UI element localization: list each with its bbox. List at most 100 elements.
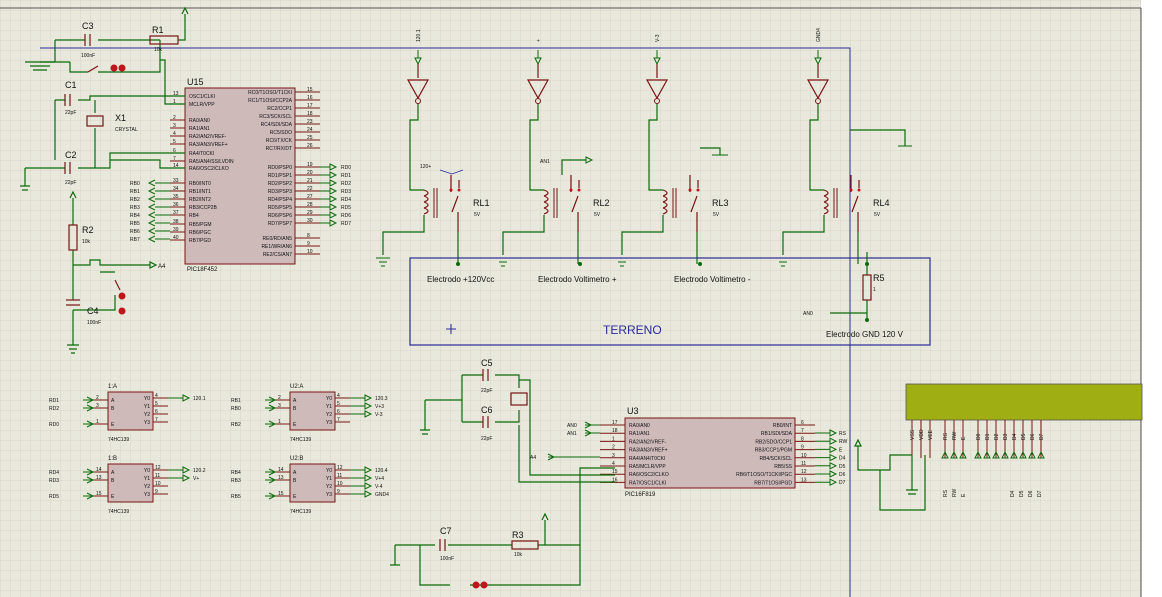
r2-value: 10k bbox=[82, 239, 91, 245]
reset-button-2[interactable] bbox=[472, 581, 480, 589]
an0-net-label: AN0 bbox=[803, 311, 813, 317]
u15-pin-name: RB2/INT2 bbox=[189, 197, 211, 203]
decoder-pin-num: 9 bbox=[337, 489, 340, 495]
u15-pin-name: RB1/INT1 bbox=[189, 189, 211, 195]
u3-pin-num: 4 bbox=[612, 461, 615, 467]
relay-ref: RL2 bbox=[593, 198, 610, 208]
decoder-pin-name: Y2 bbox=[144, 412, 150, 418]
u15-pin-num: 29 bbox=[307, 210, 313, 216]
decoder-out-net: 120.3 bbox=[375, 396, 388, 402]
decoder-pin-num: 11 bbox=[155, 473, 160, 479]
decoder-pin-num: 12 bbox=[155, 465, 161, 471]
u15-pin-num: 20 bbox=[307, 170, 313, 176]
u3-pin-name: RB6/T1OSO/T1CKI/PGC bbox=[736, 472, 792, 478]
decoder-pin-num: 5 bbox=[155, 401, 158, 407]
u15-pin-num: 24 bbox=[307, 127, 313, 133]
lcd-display[interactable] bbox=[905, 383, 1143, 421]
relay-contact-dot bbox=[688, 188, 692, 192]
u15-pin-num: 22 bbox=[307, 186, 313, 192]
u15-pin-name: RB7/PGD bbox=[189, 238, 211, 244]
u15-pin-num: 4 bbox=[173, 131, 176, 137]
u3-pin-name: RA4/AN4/T0CKI bbox=[629, 456, 665, 462]
r5-value: 1 bbox=[873, 287, 876, 293]
u15-pin-name: RD1/PSP1 bbox=[268, 173, 292, 179]
lcd-bottom-label: RW bbox=[952, 488, 958, 497]
decoder-pin-name: Y2 bbox=[326, 412, 332, 418]
u15-pin-name: MCLR/VPP bbox=[189, 102, 215, 108]
decoder-pin-num: 3 bbox=[96, 403, 99, 409]
u3-in-net: A4 bbox=[530, 455, 536, 461]
decoder-ref: 1:B bbox=[108, 456, 117, 462]
decoder-pin-num: 1 bbox=[278, 419, 281, 425]
decoder-pin-num: 5 bbox=[337, 401, 340, 407]
u15-pin-name: RB5/PGM bbox=[189, 222, 212, 228]
lcd-pin-name: D6 bbox=[1030, 433, 1036, 440]
rb-net-label: RB3 bbox=[130, 205, 140, 211]
rb-net-label: RB1 bbox=[130, 189, 140, 195]
u3-out-net: RS bbox=[839, 431, 847, 437]
u3-pin-name: RA5/MCLR/VPP bbox=[629, 464, 666, 470]
u3-out-net: D6 bbox=[839, 472, 846, 478]
rd-net-label: RD1 bbox=[341, 173, 351, 179]
lcd-pin-name: VDD bbox=[919, 429, 925, 440]
decoder-part: 74HC139 bbox=[290, 509, 311, 515]
relay-contact-dot bbox=[857, 188, 861, 192]
decoder-pin-name: Y0 bbox=[144, 468, 150, 474]
u3-ref: U3 bbox=[627, 406, 639, 416]
u15-pin-num: 40 bbox=[173, 235, 179, 241]
u15-pin-num: 3 bbox=[173, 123, 176, 129]
rd-net-label: RD7 bbox=[341, 221, 351, 227]
decoder-ref: U2:B bbox=[290, 456, 303, 462]
u15-pin-name: RD0/PSP0 bbox=[268, 165, 292, 171]
u3-pin-name: RA2/AN2/VREF- bbox=[629, 439, 667, 445]
u3-pin-name: RB4/SCK/SCL bbox=[759, 456, 792, 462]
electrode-voltimetro-minus: Electrodo Voltimetro - bbox=[674, 275, 751, 284]
u3-pin-num: 2 bbox=[612, 445, 615, 451]
decoder-pin-name: Y0 bbox=[326, 468, 332, 474]
decoder-in-net: RB5 bbox=[231, 494, 241, 500]
decoder-part: 74HC139 bbox=[108, 437, 129, 443]
lcd-bottom-label: D7 bbox=[1037, 490, 1043, 497]
u3-pin-num: 15 bbox=[612, 469, 618, 475]
decoder-pin-name: Y1 bbox=[144, 476, 150, 482]
terreno-title: TERRENO bbox=[603, 323, 662, 337]
u15-part: PIC18F452 bbox=[187, 267, 218, 273]
decoder-pin-num: 2 bbox=[278, 395, 281, 401]
rd-net-label: RD5 bbox=[341, 205, 351, 211]
u15-pin-name: RC4/SDI/SDA bbox=[261, 122, 293, 128]
lcd-bottom-label: RS bbox=[943, 489, 949, 497]
c1-ref: C1 bbox=[65, 80, 77, 90]
decoder-pin-num: 12 bbox=[337, 465, 343, 471]
rb-net-label: RB7 bbox=[130, 237, 140, 243]
decoder-ref: 1:A bbox=[108, 384, 117, 390]
u3-pin-name: RA3/AN3/VREF+ bbox=[629, 448, 668, 454]
lcd-pin-name: RS bbox=[943, 432, 949, 440]
decoder-pin-name: Y2 bbox=[326, 484, 332, 490]
u3-out-net: D5 bbox=[839, 464, 846, 470]
u3-part: PIC16F819 bbox=[625, 492, 656, 498]
button-c4[interactable] bbox=[118, 292, 126, 300]
decoder-out-net: 120.2 bbox=[193, 468, 206, 474]
decoder-in-net: RB1 bbox=[231, 398, 241, 404]
u15-pin-name: RA6/OSC2/CLKO bbox=[189, 166, 229, 172]
u3-pin-name: RA1/AN1 bbox=[629, 431, 650, 437]
a4-net-label: A4 bbox=[158, 264, 166, 270]
relay-contact-dot bbox=[849, 188, 853, 192]
u15-pin-name: RB6/PGC bbox=[189, 230, 211, 236]
u15-pin-name: RB3/CCP2B bbox=[189, 205, 217, 211]
reset-button-1[interactable] bbox=[110, 64, 118, 72]
relay-value: 5V bbox=[594, 212, 601, 218]
u15-pin-name: RC0/T1OSO/T1CKI bbox=[248, 90, 292, 96]
relay-input-net: 120.1 bbox=[416, 29, 422, 42]
u3-out-net: D7 bbox=[839, 480, 846, 486]
u15-pin-name: RD6/PSP6 bbox=[268, 213, 292, 219]
decoder-pin-num: 7 bbox=[337, 417, 340, 423]
sheet-border-right bbox=[1141, 0, 1162, 597]
u3-pin-name: RB1/SDI/SDA bbox=[761, 431, 793, 437]
u3-pin-name: RB7/T1OSI/PGD bbox=[754, 480, 792, 486]
u3-pin-name: RB0/INT bbox=[773, 423, 792, 429]
decoder-pin-num: 15 bbox=[278, 491, 284, 497]
c7-value: 100nF bbox=[440, 556, 454, 562]
relay-ref: RL3 bbox=[712, 198, 729, 208]
decoder-in-net: RD5 bbox=[49, 494, 59, 500]
